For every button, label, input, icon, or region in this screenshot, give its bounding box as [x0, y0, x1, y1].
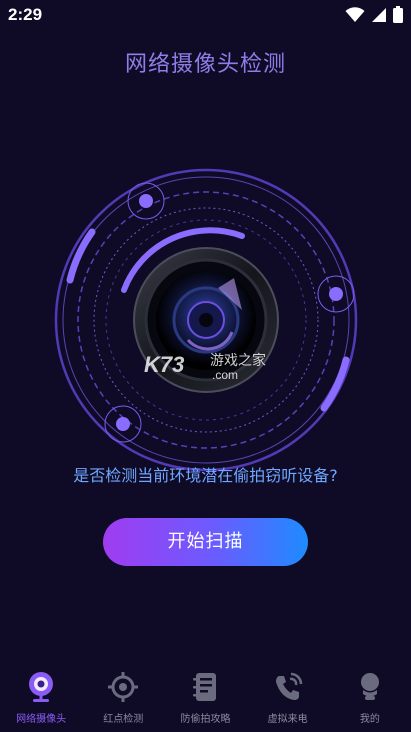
wifi-icon [345, 6, 365, 22]
tab-virtual-call[interactable]: 虚拟来电 [247, 662, 329, 732]
scanner-graphic [54, 168, 358, 472]
webcam-icon [29, 672, 54, 702]
tab-label: 防偷拍攻略 [180, 714, 231, 725]
detection-question: 是否检测当前环境潜在偷拍窃听设备? [73, 466, 338, 485]
profile-icon [360, 673, 379, 700]
notebook-icon [193, 673, 217, 701]
tab-label: 虚拟来电 [267, 714, 308, 725]
crosshair-icon [108, 672, 139, 702]
bottom-tab-bar: 网络摄像头 红点检测 防偷拍攻略 虚拟来电 我的 [0, 662, 411, 732]
page-title: 网络摄像头检测 [124, 52, 286, 77]
battery-icon [393, 6, 403, 23]
phone-icon [275, 672, 302, 700]
watermark-site: 游戏之家 [210, 352, 266, 368]
tab-anti-spy-guide[interactable]: 防偷拍攻略 [164, 662, 246, 732]
status-time: 2:29 [8, 5, 43, 24]
tab-red-dot-detection[interactable]: 红点检测 [82, 662, 164, 732]
status-icons [345, 6, 403, 23]
tab-label: 红点检测 [103, 714, 144, 725]
watermark-domain: .com [212, 368, 239, 382]
tab-webcam[interactable]: 网络摄像头 [0, 662, 82, 732]
tab-label: 我的 [359, 714, 380, 725]
tab-profile[interactable]: 我的 [329, 662, 411, 732]
status-bar: 2:29 [0, 0, 411, 30]
tab-label: 网络摄像头 [16, 714, 67, 725]
start-scan-button[interactable]: 开始扫描 [103, 518, 308, 566]
watermark: K73 游戏之家 .com [140, 346, 280, 386]
signal-icon [372, 7, 386, 22]
watermark-brand: K73 [144, 352, 185, 377]
